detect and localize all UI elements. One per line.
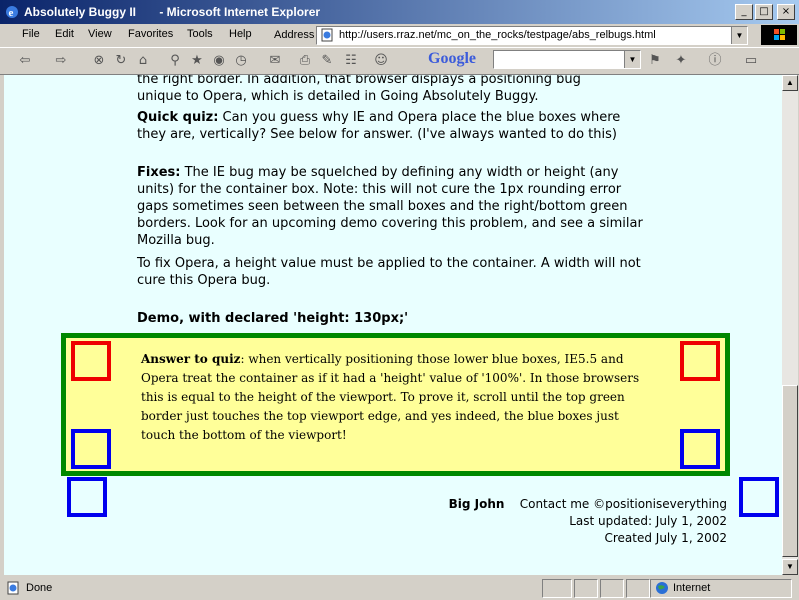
forward-icon[interactable]: ⇨ (52, 52, 70, 70)
address-dropdown-icon[interactable]: ▼ (731, 27, 747, 44)
status-text: Done (26, 582, 53, 594)
intro-paragraph: the right border. In addition, that brow… (137, 75, 652, 105)
home-icon[interactable]: ⌂ (134, 52, 152, 70)
status-pane-4 (626, 579, 650, 598)
discuss-icon[interactable]: ☷ (342, 52, 360, 70)
close-button[interactable]: × (777, 4, 795, 20)
print-icon[interactable]: ⎙ (296, 52, 314, 70)
address-label: Address (274, 29, 315, 41)
google-logo[interactable]: Google (428, 50, 476, 68)
block-icon[interactable]: ⚑ (646, 52, 664, 70)
menu-edit[interactable]: Edit (55, 28, 74, 40)
stop-icon[interactable]: ⊗ (90, 52, 108, 70)
menu-help[interactable]: Help (229, 28, 252, 40)
zone-text: Internet (673, 582, 711, 594)
scroll-up-icon[interactable]: ▲ (782, 75, 798, 91)
menu-bar: File Edit View Favorites Tools Help (0, 24, 270, 46)
back-icon[interactable]: ⇦ (16, 52, 34, 70)
highlight-icon[interactable]: ✦ (672, 52, 690, 70)
status-pane-2 (574, 579, 598, 598)
mail-icon[interactable]: ✉ (266, 52, 284, 70)
minimize-button[interactable]: _ (735, 4, 753, 20)
maximize-button[interactable]: □ (755, 4, 773, 20)
toolbar: ⇦ ⇨ ⊗ ↻ ⌂ ⚲ ★ ◉ ◷ ✉ ⎙ ✎ ☷ ☺ ⚑ ✦ ⓘ ▭ (0, 47, 799, 75)
menu-view[interactable]: View (88, 28, 112, 40)
windows-logo-icon (761, 25, 797, 45)
window-title: Absolutely Buggy II - Microsoft Internet… (24, 5, 321, 19)
fixes-paragraph: Fixes: The IE bug may be squelched by de… (137, 164, 652, 249)
folder-icon[interactable]: ▭ (742, 52, 760, 70)
footer-created: Created July 1, 2002 (604, 531, 727, 545)
google-dropdown-icon[interactable]: ▼ (624, 51, 640, 68)
favorites-icon[interactable]: ★ (188, 52, 206, 70)
demo-heading: Demo, with declared 'height: 130px;' (137, 311, 409, 326)
answer-label: Answer to quiz (141, 352, 241, 366)
fixes-label: Fixes: (137, 165, 181, 180)
address-input[interactable]: http://users.rraz.net/mc_on_the_rocks/te… (316, 26, 748, 45)
footer: Big John Contact me ©positioniseverythin… (449, 496, 727, 547)
page-status-icon (7, 581, 19, 595)
info-icon[interactable]: ⓘ (706, 52, 724, 70)
opera-paragraph: To fix Opera, a height value must be app… (137, 255, 652, 289)
status-bar: Done Internet (0, 576, 799, 600)
messenger-icon[interactable]: ☺ (372, 52, 390, 70)
address-bar: Address http://users.rraz.net/mc_on_the_… (270, 24, 758, 46)
red-box-top-right (680, 341, 720, 381)
quiz-label: Quick quiz: (137, 110, 219, 125)
edit-icon[interactable]: ✎ (318, 52, 336, 70)
ie-icon: e (6, 6, 18, 19)
red-box-top-left (71, 341, 111, 381)
blue-box-inner-right (680, 429, 720, 469)
intro-line-1: the right border. In addition, that brow… (137, 75, 581, 87)
blue-box-outer-right (739, 477, 779, 517)
scroll-thumb[interactable] (782, 385, 798, 557)
menu-tools[interactable]: Tools (187, 28, 213, 40)
quiz-paragraph: Quick quiz: Can you guess why IE and Ope… (137, 109, 652, 143)
intro-line-2: unique to Opera, which is detailed in Go… (137, 89, 539, 104)
blue-box-outer-left (67, 477, 107, 517)
fixes-text: The IE bug may be squelched by defining … (137, 165, 643, 248)
footer-contact[interactable]: Contact me ©positioniseverything (520, 497, 727, 511)
answer-text-block: Answer to quiz: when vertically position… (141, 350, 651, 445)
status-zone-pane: Internet (650, 579, 792, 598)
svg-text:e: e (9, 7, 14, 19)
footer-updated: Last updated: July 1, 2002 (569, 514, 727, 528)
title-bar: e Absolutely Buggy II - Microsoft Intern… (0, 0, 799, 24)
scroll-down-icon[interactable]: ▼ (782, 559, 798, 575)
blue-box-inner-left (71, 429, 111, 469)
footer-author: Big John (448, 497, 505, 511)
address-url: http://users.rraz.net/mc_on_the_rocks/te… (339, 29, 656, 41)
vertical-scrollbar[interactable]: ▲ ▼ (782, 75, 798, 575)
status-pane-3 (600, 579, 624, 598)
media-icon[interactable]: ◉ (210, 52, 228, 70)
menu-favorites[interactable]: Favorites (128, 28, 173, 40)
status-pane-1 (542, 579, 572, 598)
menu-file[interactable]: File (22, 28, 40, 40)
demo-container: Answer to quiz: when vertically position… (61, 333, 730, 476)
globe-icon (656, 582, 668, 594)
opera-text: To fix Opera, a height value must be app… (137, 256, 641, 288)
google-search-input[interactable]: ▼ (493, 50, 641, 69)
refresh-icon[interactable]: ↻ (112, 52, 130, 70)
history-icon[interactable]: ◷ (232, 52, 250, 70)
page-viewport: the right border. In addition, that brow… (4, 75, 782, 575)
search-icon[interactable]: ⚲ (166, 52, 184, 70)
page-icon (321, 28, 333, 42)
